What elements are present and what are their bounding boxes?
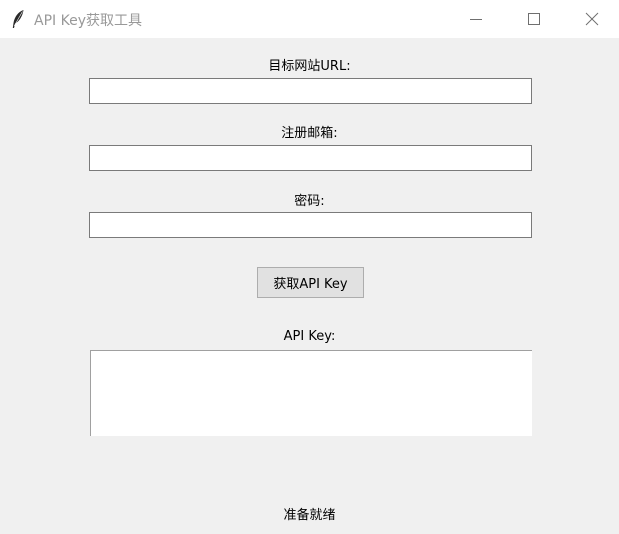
get-api-key-button[interactable]: 获取API Key: [257, 267, 364, 298]
email-label: 注册邮箱:: [281, 126, 338, 141]
api-key-output[interactable]: [90, 350, 532, 436]
window-title: API Key获取工具: [34, 13, 142, 29]
close-icon: [585, 12, 599, 26]
email-input[interactable]: [89, 145, 532, 171]
password-input[interactable]: [89, 212, 532, 238]
url-input[interactable]: [89, 78, 532, 104]
url-label: 目标网站URL:: [268, 59, 351, 74]
status-text: 准备就绪: [283, 508, 336, 523]
maximize-button[interactable]: [505, 0, 563, 38]
minimize-icon: [470, 19, 482, 20]
title-bar[interactable]: API Key获取工具: [0, 0, 619, 38]
maximize-icon: [528, 13, 540, 25]
api-key-label: API Key:: [283, 329, 336, 344]
minimize-button[interactable]: [447, 0, 505, 38]
password-label: 密码:: [294, 194, 325, 209]
feather-icon: [12, 10, 24, 28]
close-button[interactable]: [563, 0, 619, 38]
